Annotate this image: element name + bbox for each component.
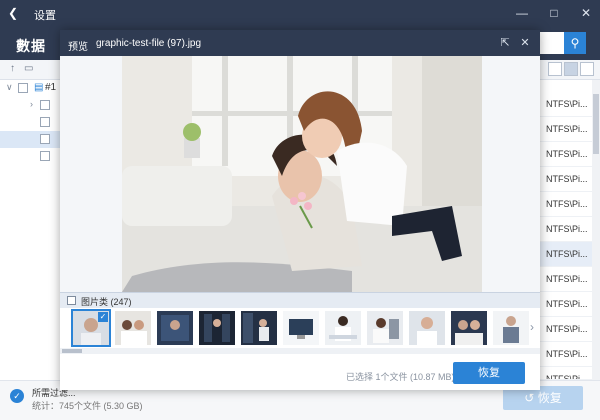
search-icon[interactable]: ⚲ xyxy=(564,32,586,54)
maximize-icon[interactable]: ⇱ xyxy=(498,36,512,50)
table-row[interactable]: NTFS\Pi... xyxy=(540,117,600,142)
thumbnail[interactable] xyxy=(283,311,319,345)
preview-image xyxy=(122,56,482,292)
file-name: graphic-test-file (97).jpg xyxy=(96,38,202,49)
detail-view-button[interactable] xyxy=(564,62,578,76)
status-line-2: 统计：745个文件 (5.30 GB) xyxy=(32,401,143,411)
recover-button[interactable]: 恢复 xyxy=(453,362,525,384)
dialog-title: 预览 xyxy=(68,42,88,53)
thumbnail[interactable] xyxy=(493,311,529,345)
chevron-left-icon[interactable]: ❮ xyxy=(8,6,18,20)
search-input[interactable] xyxy=(540,32,564,54)
check-icon: ✓ xyxy=(10,389,24,403)
thumbnail[interactable] xyxy=(115,311,151,345)
table-row[interactable]: NTFS\Pi... xyxy=(540,217,600,242)
tree-item[interactable] xyxy=(0,131,60,148)
up-arrow-icon[interactable]: ↑ xyxy=(10,63,15,74)
table-row[interactable]: NTFS\Pi... xyxy=(540,242,600,267)
vertical-scrollbar[interactable] xyxy=(592,80,600,380)
thumbnail[interactable] xyxy=(409,311,445,345)
thumbnail[interactable] xyxy=(451,311,487,345)
file-path-column: NTFS\Pi... NTFS\Pi... NTFS\Pi... NTFS\Pi… xyxy=(540,80,600,380)
tree-checkbox[interactable] xyxy=(40,151,50,161)
table-row[interactable]: NTFS\Pi... xyxy=(540,167,600,192)
grid-view-button[interactable] xyxy=(580,62,594,76)
preview-area xyxy=(60,56,540,292)
tree-item[interactable]: › xyxy=(0,97,60,114)
thumbnail[interactable]: ✓ xyxy=(71,309,111,347)
chevron-right-icon[interactable]: › xyxy=(530,320,534,334)
expand-icon[interactable]: › xyxy=(30,99,33,109)
table-row[interactable]: NTFS\Pi... xyxy=(540,192,600,217)
tree-checkbox[interactable] xyxy=(18,83,28,93)
tree-root-label: #1 xyxy=(45,82,57,93)
app-logo: 數据 xyxy=(16,38,46,54)
tree-item[interactable] xyxy=(0,148,60,165)
tree-checkbox[interactable] xyxy=(40,117,50,127)
thumbnail[interactable] xyxy=(367,311,403,345)
selection-info: 已选择 1个文件 (10.87 MB) xyxy=(346,372,455,382)
maximize-icon[interactable]: □ xyxy=(546,5,562,21)
thumbnail[interactable] xyxy=(241,311,277,345)
scrollbar-thumb[interactable] xyxy=(593,94,599,154)
recover-label: 恢复 xyxy=(537,391,562,405)
close-icon[interactable]: ✕ xyxy=(578,5,594,21)
thumbnail[interactable] xyxy=(157,311,193,345)
folder-icon[interactable]: ▭ xyxy=(24,63,33,74)
tree-checkbox[interactable] xyxy=(40,100,50,110)
dialog-titlebar: 预览 graphic-test-file (97).jpg ⇱ ✕ xyxy=(60,30,540,56)
expand-icon[interactable]: ∨ xyxy=(6,82,13,93)
app-title: 设置 xyxy=(34,10,56,22)
tree-root[interactable]: ∨ ▤ #1 xyxy=(0,80,60,97)
folder-tree: ∨ ▤ #1 › xyxy=(0,80,60,380)
table-row[interactable]: NTFS\Pi... xyxy=(540,367,600,380)
table-row[interactable]: NTFS\Pi... xyxy=(540,92,600,117)
folder-bar: 图片类 (247) xyxy=(60,292,540,308)
table-row[interactable]: NTFS\Pi... xyxy=(540,342,600,367)
list-view-button[interactable] xyxy=(548,62,562,76)
folder-label: 图片类 (247) xyxy=(81,297,132,307)
close-icon[interactable]: ✕ xyxy=(518,36,532,50)
check-icon: ✓ xyxy=(98,312,108,322)
table-row[interactable]: NTFS\Pi... xyxy=(540,267,600,292)
tree-checkbox[interactable] xyxy=(40,134,50,144)
scrollbar-thumb[interactable] xyxy=(62,349,82,353)
restore-icon: ↺ xyxy=(524,391,535,405)
thumbnail[interactable] xyxy=(199,311,235,345)
table-row[interactable]: NTFS\Pi... xyxy=(540,317,600,342)
table-row[interactable]: NTFS\Pi... xyxy=(540,142,600,167)
tree-item[interactable] xyxy=(0,114,60,131)
thumbnail-strip: ✓ xyxy=(60,308,540,348)
minimize-icon[interactable]: — xyxy=(514,5,530,21)
preview-dialog: 预览 graphic-test-file (97).jpg ⇱ ✕ 图片类 (2… xyxy=(60,30,540,390)
folder-checkbox[interactable] xyxy=(67,296,76,305)
thumbnail[interactable] xyxy=(325,311,361,345)
table-row[interactable]: NTFS\Pi... xyxy=(540,292,600,317)
drive-icon: ▤ xyxy=(34,82,44,93)
app-titlebar: ❮ 设置 — □ ✕ xyxy=(0,0,600,27)
